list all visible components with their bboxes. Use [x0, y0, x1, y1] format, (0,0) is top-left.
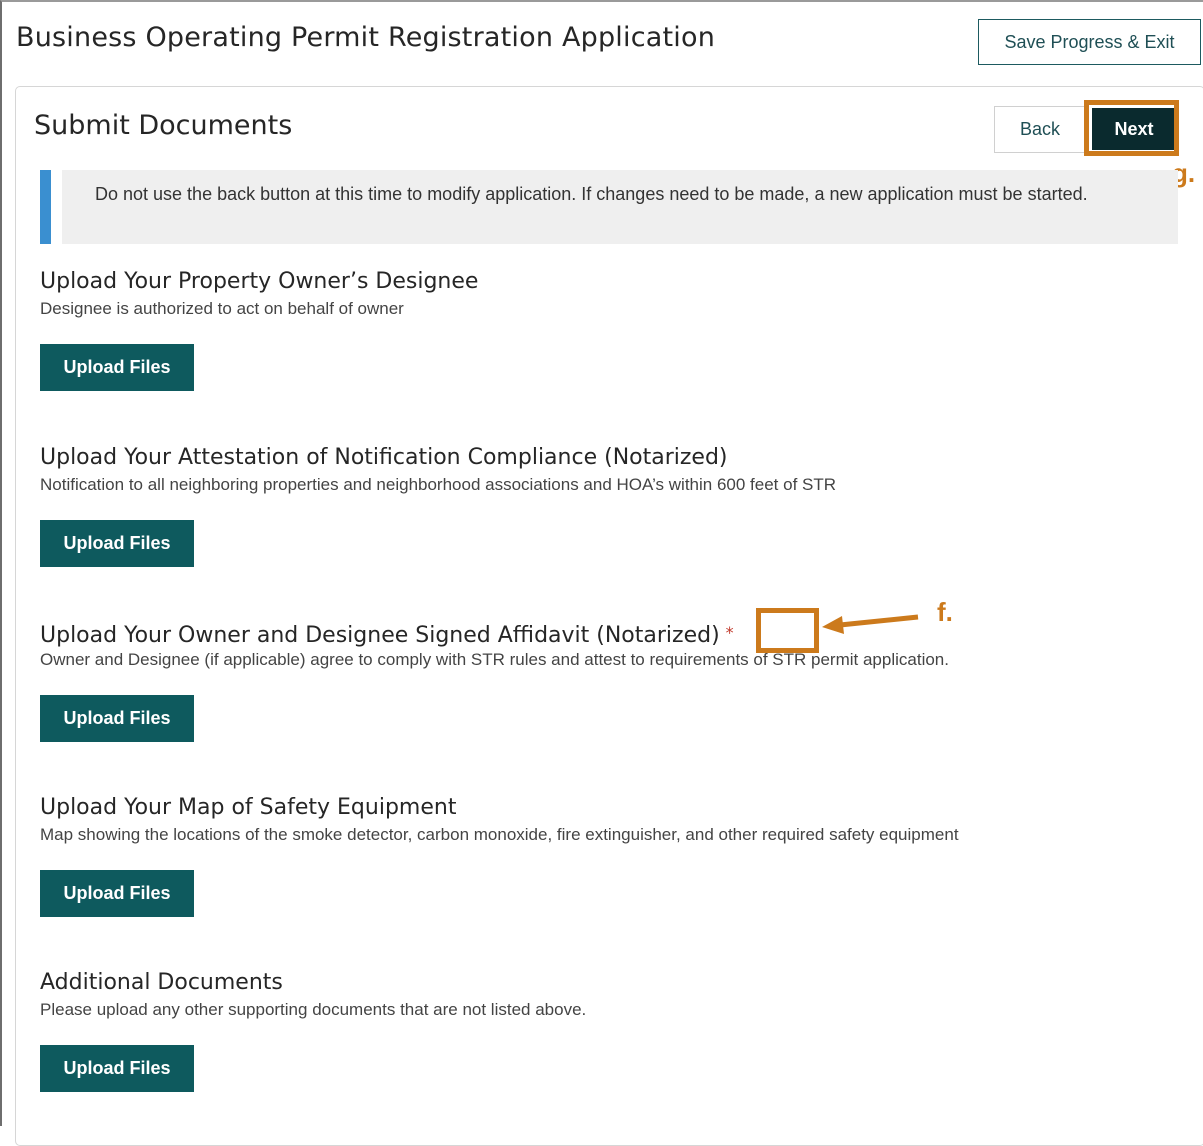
upload-heading: Upload Your Map of Safety Equipment [40, 795, 457, 820]
upload-description: Notification to all neighboring properti… [40, 475, 837, 494]
notice-banner: Do not use the back button at this time … [40, 170, 1178, 244]
upload-section-safety-map: Upload Your Map of Safety Equipment Map … [40, 793, 1160, 917]
next-button[interactable]: Next [1092, 108, 1176, 150]
upload-section-additional: Additional Documents Please upload any o… [40, 968, 1160, 1092]
upload-heading: Additional Documents [40, 970, 283, 995]
upload-heading-text: Upload Your Owner and Designee Signed Af… [40, 623, 720, 648]
upload-description: Owner and Designee (if applicable) agree… [40, 650, 949, 669]
upload-description: Designee is authorized to act on behalf … [40, 299, 404, 318]
upload-description: Map showing the locations of the smoke d… [40, 825, 959, 844]
upload-files-button[interactable]: Upload Files [40, 520, 194, 567]
upload-section-affidavit: Upload Your Owner and Designee Signed Af… [40, 618, 1160, 742]
back-button[interactable]: Back [994, 106, 1086, 153]
upload-heading: Upload Your Owner and Designee Signed Af… [40, 618, 1160, 648]
callout-arrow-icon [822, 614, 919, 634]
save-progress-exit-button[interactable]: Save Progress & Exit [978, 19, 1201, 65]
upload-section-attestation: Upload Your Attestation of Notification … [40, 443, 1160, 567]
upload-section-designee: Upload Your Property Owner’s Designee De… [40, 267, 1160, 391]
upload-files-button[interactable]: Upload Files [40, 1045, 194, 1092]
upload-heading: Upload Your Property Owner’s Designee [40, 269, 479, 294]
required-indicator: * [725, 623, 734, 642]
application-title: Business Operating Permit Registration A… [16, 22, 716, 53]
upload-files-button[interactable]: Upload Files [40, 870, 194, 917]
callout-label-f: f. [937, 597, 953, 627]
upload-files-button[interactable]: Upload Files [40, 344, 194, 391]
upload-heading: Upload Your Attestation of Notification … [40, 445, 728, 470]
notice-text: Do not use the back button at this time … [95, 184, 1088, 204]
upload-files-button[interactable]: Upload Files [40, 695, 194, 742]
notice-accent-bar [40, 170, 51, 244]
page-title: Submit Documents [34, 110, 293, 141]
upload-description: Please upload any other supporting docum… [40, 1000, 587, 1019]
